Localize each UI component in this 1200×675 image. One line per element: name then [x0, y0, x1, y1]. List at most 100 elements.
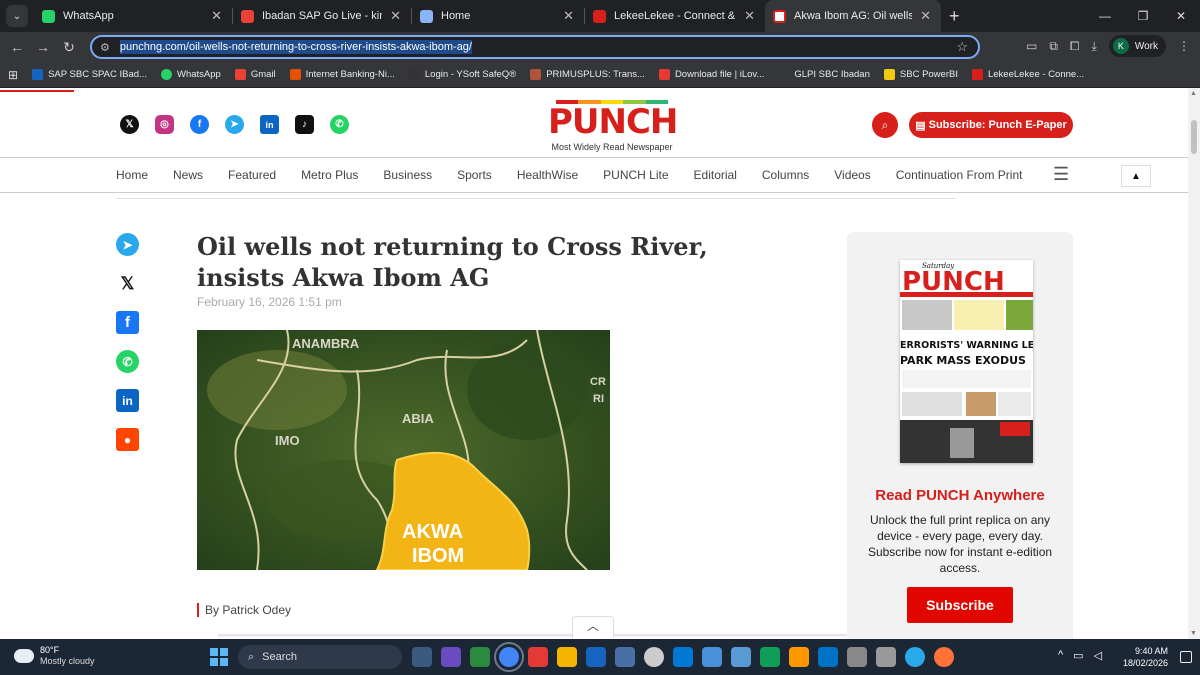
facebook-icon[interactable]: f: [190, 115, 209, 134]
back-icon[interactable]: ←: [4, 39, 30, 55]
new-tab-button[interactable]: +: [949, 6, 960, 27]
bookmark-item[interactable]: Download file | iLov...: [658, 69, 764, 80]
outlook-icon[interactable]: [818, 647, 838, 667]
nav-videos[interactable]: Videos: [834, 168, 870, 182]
app-icon[interactable]: [876, 647, 896, 667]
nav-business[interactable]: Business: [383, 168, 432, 182]
nav-editorial[interactable]: Editorial: [694, 168, 737, 182]
chevron-up-icon[interactable]: ︿: [572, 616, 614, 638]
scroll-to-top-button[interactable]: ▲: [1121, 165, 1151, 187]
linkedin-icon[interactable]: in: [260, 115, 279, 134]
close-tab-icon[interactable]: ✕: [563, 8, 574, 24]
calculator-icon[interactable]: [615, 647, 635, 667]
weather-widget[interactable]: 80°F Mostly cloudy: [14, 645, 95, 667]
app-icon[interactable]: [586, 647, 606, 667]
menu-icon[interactable]: ⋮: [1178, 39, 1190, 53]
volume-icon[interactable]: ◁: [1094, 649, 1102, 662]
browser-tab-whatsapp[interactable]: WhatsApp ✕: [34, 0, 232, 32]
firefox-icon[interactable]: [934, 647, 954, 667]
tiktok-icon[interactable]: ♪: [295, 115, 314, 134]
network-icon[interactable]: ▭: [1073, 649, 1083, 662]
download-icon[interactable]: ⤓: [1092, 39, 1097, 54]
scrollbar-thumb[interactable]: [1191, 120, 1197, 154]
x-icon[interactable]: 𝕏: [120, 115, 139, 134]
whatsapp-icon[interactable]: ✆: [330, 115, 349, 134]
media-player-icon[interactable]: [644, 647, 664, 667]
chevron-up-icon[interactable]: ^: [1058, 649, 1063, 662]
nav-sports[interactable]: Sports: [457, 168, 492, 182]
browser-tab-gmail[interactable]: Ibadan SAP Go Live - kingsley.a ✕: [233, 0, 411, 32]
site-info-icon[interactable]: ⚙: [100, 41, 110, 54]
bookmark-item[interactable]: PRIMUSPLUS: Trans...: [530, 69, 645, 80]
tab-search-menu-button[interactable]: ⌄: [6, 5, 28, 27]
bookmark-star-icon[interactable]: ☆: [956, 39, 968, 55]
tab-groups-icon[interactable]: ⧉: [1049, 39, 1058, 54]
telegram-share-icon[interactable]: ➤: [116, 233, 139, 256]
telegram-taskbar-icon[interactable]: [905, 647, 925, 667]
chrome-icon[interactable]: [494, 642, 524, 672]
extensions-icon[interactable]: ⧠: [1070, 39, 1080, 54]
youtube-icon[interactable]: [528, 647, 548, 667]
whatsapp-share-icon[interactable]: ✆: [116, 350, 139, 373]
nav-metro-plus[interactable]: Metro Plus: [301, 168, 358, 182]
reddit-share-icon[interactable]: ●: [116, 428, 139, 451]
app-icon[interactable]: [470, 647, 490, 667]
bookmark-item[interactable]: Login - YSoft SafeQ®: [408, 69, 516, 80]
teams-icon[interactable]: [441, 647, 461, 667]
minimize-icon[interactable]: —: [1086, 9, 1124, 23]
punch-logo[interactable]: PUNCH Most Widely Read Newspaper: [548, 100, 678, 152]
app-icon[interactable]: [847, 647, 867, 667]
excel-icon[interactable]: [760, 647, 780, 667]
bookmark-item[interactable]: Gmail: [234, 69, 276, 80]
nav-columns[interactable]: Columns: [762, 168, 809, 182]
browser-tab-punch-active[interactable]: Akwa Ibom AG: Oil wells will no ✕: [765, 0, 941, 32]
address-bar[interactable]: ⚙ punchng.com/oil-wells-not-returning-to…: [90, 35, 980, 59]
close-tab-icon[interactable]: ✕: [211, 8, 222, 24]
notification-icon[interactable]: [1180, 651, 1192, 663]
facebook-share-icon[interactable]: f: [116, 311, 139, 334]
url-text[interactable]: punchng.com/oil-wells-not-returning-to-c…: [119, 40, 472, 54]
nav-news[interactable]: News: [173, 168, 203, 182]
store-icon[interactable]: [731, 647, 751, 667]
promo-subscribe-button[interactable]: Subscribe: [907, 587, 1013, 623]
app-icon[interactable]: [673, 647, 693, 667]
task-view-icon[interactable]: [412, 647, 432, 667]
reload-icon[interactable]: ↻: [56, 39, 82, 56]
nav-home[interactable]: Home: [116, 168, 148, 182]
nav-punch-lite[interactable]: PUNCH Lite: [603, 168, 668, 182]
linkedin-share-icon[interactable]: in: [116, 389, 139, 412]
bookmark-item[interactable]: SAP SBC SPAC IBad...: [32, 69, 147, 80]
page-scrollbar[interactable]: ▲ ▼: [1188, 88, 1200, 639]
file-explorer-icon[interactable]: [557, 647, 577, 667]
bookmark-item[interactable]: GLPI SBC Ibadan: [778, 69, 870, 80]
instagram-icon[interactable]: ◎: [155, 115, 174, 134]
maximize-icon[interactable]: ❐: [1124, 9, 1162, 23]
hamburger-menu-icon[interactable]: ☰: [1053, 164, 1069, 185]
x-share-icon[interactable]: 𝕏: [116, 272, 139, 295]
telegram-icon[interactable]: ➤: [225, 115, 244, 134]
close-tab-icon[interactable]: ✕: [390, 8, 401, 24]
forward-icon[interactable]: →: [30, 39, 56, 55]
browser-tab-lekeelekee[interactable]: LekeeLekee - Connect & Share ✕: [585, 0, 765, 32]
newspaper-cover-image[interactable]: Saturday PUNCH ERRORISTS' WARNING LETTER…: [900, 260, 1033, 463]
close-tab-icon[interactable]: ✕: [744, 8, 755, 24]
subscribe-epaper-button[interactable]: ▤ Subscribe: Punch E-Paper: [909, 112, 1073, 138]
bookmark-item[interactable]: Internet Banking-Ni...: [289, 69, 395, 80]
scroll-down-icon[interactable]: ▼: [1190, 630, 1197, 637]
profile-button[interactable]: K Work: [1108, 35, 1166, 57]
app-icon[interactable]: [789, 647, 809, 667]
taskbar-search[interactable]: ⌕ Search: [238, 645, 402, 669]
bookmark-item[interactable]: SBC PowerBI: [883, 69, 958, 80]
app-icon[interactable]: [702, 647, 722, 667]
bookmark-item[interactable]: LekeeLekee - Conne...: [971, 69, 1084, 80]
nav-healthwise[interactable]: HealthWise: [517, 168, 578, 182]
bookmark-item[interactable]: WhatsApp: [160, 69, 221, 80]
close-tab-icon[interactable]: ✕: [920, 8, 931, 24]
close-window-icon[interactable]: ✕: [1162, 9, 1200, 23]
taskbar-clock[interactable]: 9:40 AM 18/02/2026: [1120, 645, 1168, 669]
scroll-up-icon[interactable]: ▲: [1190, 90, 1197, 97]
nav-featured[interactable]: Featured: [228, 168, 276, 182]
browser-tab-home[interactable]: Home ✕: [412, 0, 584, 32]
search-icon[interactable]: ⌕: [872, 112, 898, 138]
apps-grid-icon[interactable]: ⊞: [8, 68, 18, 82]
